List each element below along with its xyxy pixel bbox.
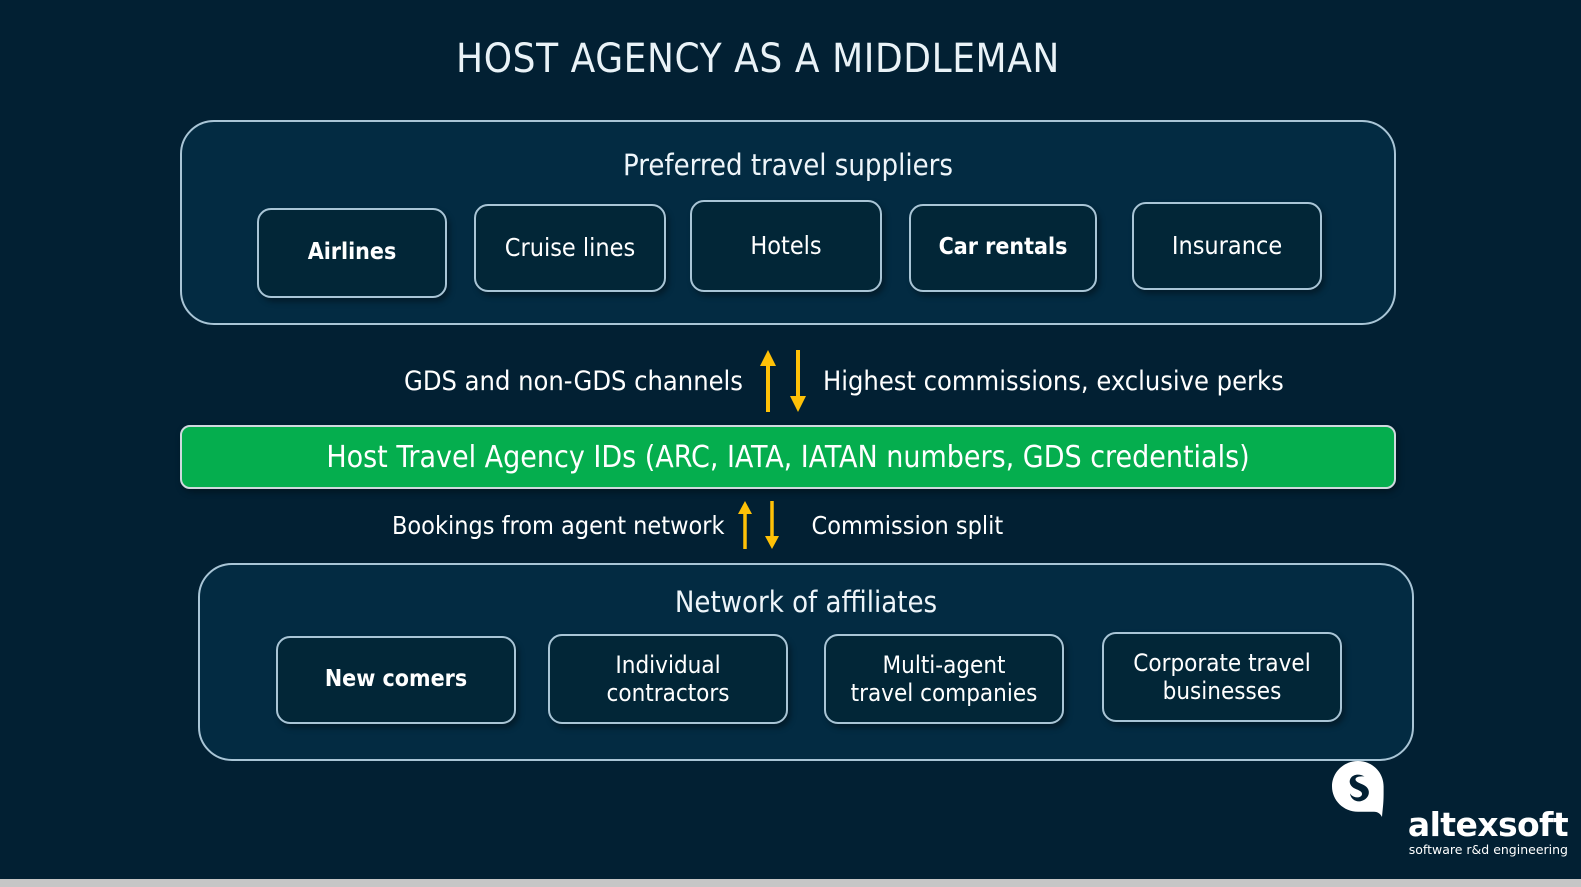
affiliate-box-multi-agent-travel-companies[interactable]: Multi-agent travel companies [824, 634, 1064, 724]
bottom-strip [0, 879, 1581, 887]
upper-flow-row: GDS and non-GDS channels Highest commiss… [404, 350, 1284, 412]
upper-flow-arrow-pair [757, 350, 809, 412]
supplier-box-hotels[interactable]: Hotels [690, 200, 882, 292]
page-title: HOST AGENCY AS A MIDDLEMAN [456, 36, 1060, 82]
suppliers-panel-heading: Preferred travel suppliers [623, 148, 953, 182]
affiliate-label-line1: Individual [615, 650, 721, 679]
affiliate-label: Individual contractors [607, 651, 730, 708]
lower-flow-right-label: Commission split [811, 510, 1004, 540]
supplier-label: Insurance [1171, 231, 1283, 261]
altexsoft-wordmark: altexsoft [1407, 805, 1569, 844]
affiliates-panel: Network of affiliates New comers Individ… [198, 563, 1414, 761]
affiliates-panel-heading: Network of affiliates [674, 585, 938, 619]
diagram-canvas: HOST AGENCY AS A MIDDLEMAN Preferred tra… [0, 0, 1581, 879]
affiliate-box-individual-contractors[interactable]: Individual contractors [548, 634, 788, 724]
affiliate-label-line2: contractors [606, 679, 730, 707]
lower-flow-left-label: Bookings from agent network [392, 510, 725, 540]
affiliate-label-line2: travel companies [850, 679, 1038, 707]
lower-flow-arrow-pair [736, 501, 781, 549]
altexsoft-bubble-icon [1332, 761, 1384, 817]
affiliate-label-line1: Multi-agent [882, 650, 1006, 679]
affiliate-label-line2: businesses [1162, 677, 1282, 705]
altexsoft-logo: altexsoft software r&d engineering [1330, 760, 1570, 865]
host-agency-ids-label: Host Travel Agency IDs (ARC, IATA, IATAN… [326, 439, 1250, 475]
affiliate-label: Multi-agent travel companies [851, 651, 1038, 708]
supplier-box-cruise-lines[interactable]: Cruise lines [474, 204, 666, 292]
altexsoft-tagline: software r&d engineering [1408, 842, 1568, 857]
affiliate-box-new-comers[interactable]: New comers [276, 636, 516, 724]
arrow-up-icon [738, 501, 753, 549]
host-agency-ids-bar[interactable]: Host Travel Agency IDs (ARC, IATA, IATAN… [180, 425, 1396, 489]
upper-flow-right-label: Highest commissions, exclusive perks [822, 365, 1284, 397]
supplier-label: Hotels [750, 231, 822, 261]
supplier-label: Cruise lines [504, 233, 636, 263]
supplier-label: Airlines [307, 239, 397, 266]
affiliate-label: New comers [325, 666, 467, 693]
affiliate-box-corporate-travel-businesses[interactable]: Corporate travel businesses [1102, 632, 1342, 722]
supplier-box-car-rentals[interactable]: Car rentals [909, 204, 1097, 292]
arrow-down-icon [765, 501, 780, 549]
supplier-box-insurance[interactable]: Insurance [1132, 202, 1322, 290]
arrow-up-icon [759, 350, 776, 412]
affiliate-label-line1: New comers [324, 666, 468, 693]
affiliate-label: Corporate travel businesses [1133, 649, 1310, 706]
lower-flow-row: Bookings from agent network Commission s… [392, 501, 1003, 549]
arrow-down-icon [789, 350, 806, 412]
upper-flow-left-label: GDS and non-GDS channels [404, 365, 743, 397]
supplier-box-airlines[interactable]: Airlines [257, 208, 447, 298]
affiliate-label-line1: Corporate travel [1133, 648, 1311, 677]
supplier-label: Car rentals [938, 234, 1068, 261]
suppliers-panel: Preferred travel suppliers Airlines Crui… [180, 120, 1396, 325]
